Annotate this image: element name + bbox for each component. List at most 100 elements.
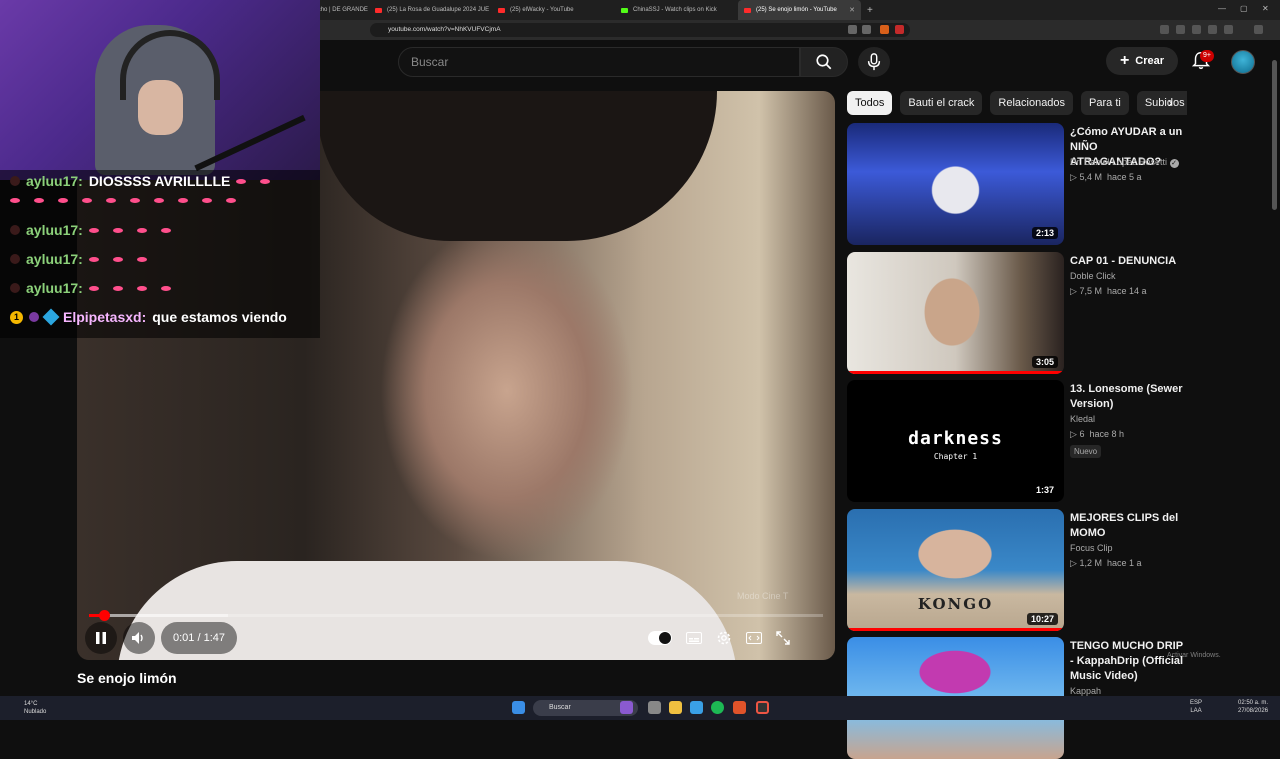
close-tab-icon[interactable]: ✕ xyxy=(849,6,855,14)
recommendation-title[interactable]: 13. Lonesome (Sewer Version) xyxy=(1070,382,1185,412)
widget-icon[interactable] xyxy=(620,701,633,714)
fullscreen-icon[interactable] xyxy=(776,631,790,645)
recommendation-item[interactable]: 2:13 ¿Cómo AYUDAR a un NIÑO ATRAGANTADO? D… xyxy=(847,123,1187,245)
channel-name[interactable]: Kappah xyxy=(1070,686,1101,696)
cube-badge-icon xyxy=(42,308,60,326)
autoplay-toggle[interactable] xyxy=(648,631,672,645)
channel-name-text: Kappah xyxy=(1070,686,1102,696)
cast-icon[interactable] xyxy=(862,25,871,34)
browser-tab[interactable]: (25) Se enojo limón - YouTube ✕ xyxy=(738,0,861,20)
recommendation-title[interactable]: MEJORES CLIPS del MOMO xyxy=(1070,511,1185,541)
lips-emote-icon xyxy=(236,178,247,184)
video-thumbnail[interactable]: 2:13 xyxy=(847,123,1064,245)
recommendation-item[interactable]: KONGO 10:27 MEJORES CLIPS del MOMO Focus Cl… xyxy=(847,508,1187,631)
extension-icon[interactable] xyxy=(1176,25,1185,34)
chevron-right-icon[interactable]: › xyxy=(1168,94,1186,112)
clock-date: 27/08/2026 xyxy=(1238,708,1269,714)
video-title: Se enojo limón xyxy=(77,670,177,686)
devil-emote-icon xyxy=(10,283,20,293)
channel-name[interactable]: Focus Clip xyxy=(1070,543,1113,553)
taskbar-clock[interactable]: 02:50 a. m. 27/08/2026 xyxy=(1238,699,1268,715)
store-icon[interactable] xyxy=(690,701,703,714)
sidebar-icon[interactable] xyxy=(1208,25,1217,34)
view-count: 1,2 M xyxy=(1079,557,1102,568)
search-icon xyxy=(816,54,832,70)
video-meta: ▷ 1,2 M hace 1 a xyxy=(1070,558,1142,569)
channel-name-text: Doble Click xyxy=(1070,270,1116,281)
lips-emote-icon xyxy=(34,198,44,203)
search-button[interactable] xyxy=(800,47,848,77)
chip-filter[interactable]: Todos xyxy=(847,91,893,115)
channel-name[interactable]: Kledal xyxy=(1070,414,1095,424)
windows-start-icon[interactable] xyxy=(512,701,525,714)
search-input[interactable]: Buscar xyxy=(398,47,800,77)
lips-emote-icon xyxy=(260,178,271,184)
video-thumbnail[interactable]: 3:05 xyxy=(847,251,1064,374)
menu-icon[interactable] xyxy=(1254,25,1263,34)
task-view-icon[interactable] xyxy=(648,701,661,714)
browser-tab[interactable]: ChinaSSJ - Watch clips on Kick xyxy=(615,0,738,20)
page-scrollbar[interactable] xyxy=(1272,60,1277,210)
spotify-icon[interactable] xyxy=(711,701,724,714)
view-count: 6 xyxy=(1079,429,1085,439)
brave-shield-icon[interactable] xyxy=(880,25,889,34)
browser-tab[interactable]: (25) La Rosa de Guadalupe 2024 JUE xyxy=(369,0,492,20)
recommendation-title[interactable]: TENGO MUCHO DRIP - KappahDrip (Official … xyxy=(1070,639,1185,684)
verified-check-icon: ✓ xyxy=(1169,159,1179,168)
downloads-icon[interactable] xyxy=(1192,25,1201,34)
chat-message: ayluu17: DIOSSSS AVRILLLLE xyxy=(10,173,278,189)
chip-filter[interactable]: Relacionados xyxy=(990,91,1074,115)
browser-tab[interactable]: (25) elWacky - YouTube xyxy=(492,0,615,20)
lips-emote-icon xyxy=(58,198,68,203)
search-icon[interactable] xyxy=(848,25,857,34)
chip-filter[interactable]: Bauti el crack xyxy=(900,91,983,115)
tab-label: (25) Se enojo limón - YouTube xyxy=(756,7,837,13)
video-thumbnail[interactable]: darkness Chapter 1 1:37 xyxy=(847,380,1064,502)
input-language[interactable]: ESP LAA xyxy=(1190,699,1202,715)
lips-emote-icon xyxy=(160,285,171,291)
create-button[interactable]: + Crear xyxy=(1106,47,1178,75)
view-count: 7,5 M xyxy=(1079,285,1102,296)
theater-mode-icon[interactable] xyxy=(746,632,762,644)
recommendation-item[interactable]: darkness Chapter 1 1:37 13. Lonesome (Sewer… xyxy=(847,380,1187,502)
pause-button[interactable] xyxy=(85,622,117,654)
voice-search-button[interactable] xyxy=(858,47,890,77)
video-thumbnail[interactable]: KONGO 10:27 xyxy=(847,508,1064,631)
language-layout: LAA xyxy=(1190,708,1202,714)
app-icon[interactable] xyxy=(756,701,769,714)
new-tab-icon[interactable]: + xyxy=(867,5,873,16)
channel-name[interactable]: Dr. Daniel López Rosetti ✓ xyxy=(1070,157,1179,168)
rewards-icon[interactable] xyxy=(895,25,904,34)
extensions-icon[interactable] xyxy=(1160,25,1169,34)
recommendation-item[interactable]: 3:05 CAP 01 - DENUNCIA Doble Click ▷ 7,5 M … xyxy=(847,251,1187,374)
url-field[interactable]: youtube.com/watch?v=NhKVUFVCjmA xyxy=(370,23,910,37)
recommendation-title[interactable]: CAP 01 - DENUNCIA xyxy=(1070,254,1185,269)
wallet-icon[interactable] xyxy=(1224,25,1233,34)
minimize-icon[interactable]: — xyxy=(1218,4,1226,13)
notifications-count-badge: 9+ xyxy=(1200,50,1214,62)
channel-name[interactable]: Doble Click xyxy=(1070,271,1116,281)
lips-emote-icon xyxy=(88,227,99,233)
chat-message: 1 Elpipetasxd: que estamos viendo xyxy=(10,308,287,326)
account-avatar[interactable] xyxy=(1231,50,1255,74)
tab-label: ChinaSSJ - Watch clips on Kick xyxy=(633,7,717,13)
progress-bar[interactable] xyxy=(89,610,823,621)
weather-widget[interactable]: 14°C Nublado xyxy=(8,700,46,716)
chip-filter[interactable]: Para ti xyxy=(1081,91,1129,115)
lips-emote-icon xyxy=(136,285,147,291)
subtitles-icon[interactable] xyxy=(686,632,702,644)
chat-username: ayluu17: xyxy=(26,222,83,238)
settings-gear-icon[interactable] xyxy=(716,630,732,646)
maximize-icon[interactable]: ▢ xyxy=(1240,4,1248,13)
video-duration: 3:05 xyxy=(1031,355,1058,368)
weather-temperature: 14°C xyxy=(24,701,38,707)
volume-button[interactable] xyxy=(123,622,155,654)
close-window-icon[interactable]: ✕ xyxy=(1262,4,1269,13)
progress-scrubber[interactable] xyxy=(98,610,110,621)
brave-browser-icon[interactable] xyxy=(733,701,746,714)
recommendation-chips: Todos Bauti el crack Relacionados Para ti Su… xyxy=(847,91,1187,115)
chat-message: ayluu17: xyxy=(10,251,155,267)
lips-emote-icon xyxy=(130,198,140,203)
file-explorer-icon[interactable] xyxy=(669,701,682,714)
lips-emote-icon xyxy=(112,285,123,291)
